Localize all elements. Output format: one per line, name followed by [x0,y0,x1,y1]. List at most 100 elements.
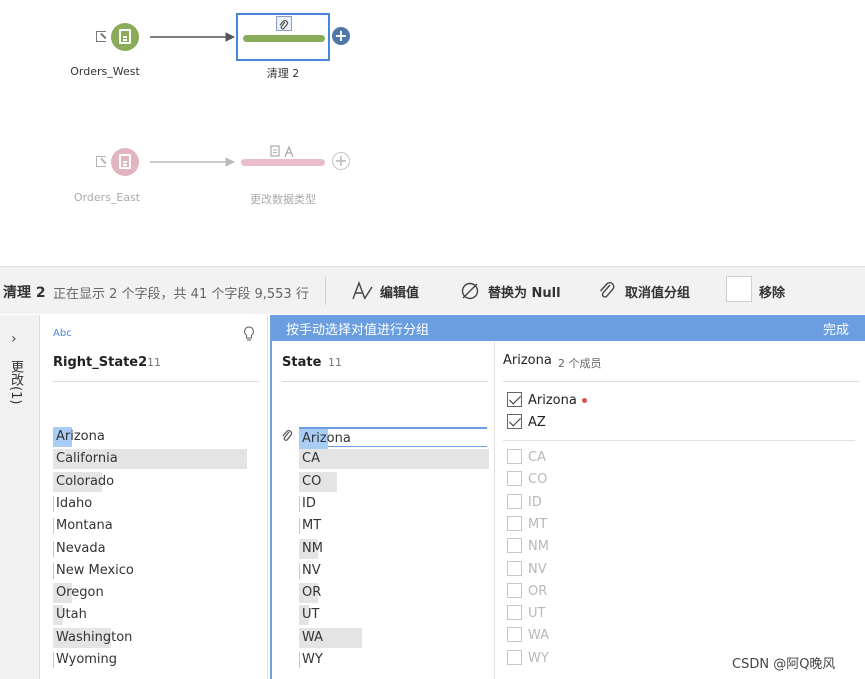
group-values-panel: 按手动选择对值进行分组 完成 State 11 Arizona CA CO ID MT N… [270,315,865,679]
value-row[interactable]: Idaho [53,494,247,514]
add-step-plus-icon[interactable]: + [332,27,350,45]
value-row[interactable]: CA [299,449,489,470]
value-label: WY [302,652,323,667]
value-row[interactable]: Oregon [53,583,247,604]
value-row[interactable]: California [53,449,247,470]
value-tick [299,518,300,535]
value-row[interactable]: Wyoming [53,650,247,670]
value-row[interactable]: Arizona [299,427,487,449]
value-row[interactable]: Montana [53,516,247,536]
done-button[interactable]: 完成 [823,319,849,338]
input-link-icon [96,156,106,167]
value-tick [53,495,54,512]
input-node-orders-west[interactable] [111,23,139,51]
value-checkbox[interactable] [507,582,522,598]
value-checkbox[interactable] [507,649,522,665]
value-checkbox-label: UT [528,606,546,622]
remove-button[interactable]: 移除 [759,275,785,307]
value-row[interactable]: WY [299,650,489,670]
clean-step-node[interactable] [236,13,330,61]
value-label: Oregon [56,585,104,601]
value-checkbox[interactable] [507,538,522,554]
string-type-badge[interactable]: Abc [53,328,72,339]
add-step-plus-icon[interactable]: + [332,152,350,170]
group-members-count: 2 个成员 [558,357,602,370]
step-bar[interactable] [241,159,325,166]
value-label: Idaho [56,495,93,511]
step-label: 更改数据类型 [250,193,316,206]
field-profile-card[interactable]: Abc Right_State2 11 Arizona California Col… [40,315,268,679]
flow-canvas: Orders_West + 清理 2 Orders_East + 更改数据类型 [0,0,865,262]
value-row[interactable]: NM [299,538,489,559]
value-label: ID [302,495,316,511]
value-row[interactable]: Arizona [53,427,247,447]
edit-values-button[interactable]: 编辑值 [352,275,419,307]
value-tick [299,495,300,512]
replace-null-label: 替换为 Null [488,285,561,301]
value-checkbox[interactable] [507,515,522,531]
value-row[interactable]: NV [299,561,489,581]
value-label: WA [302,629,324,645]
member-checkbox[interactable] [507,414,522,429]
profile-toolbar: 清理 2 正在显示 2 个字段，共 41 个字段 9,553 行 编辑值 替换为… [0,266,865,314]
ungroup-values-button[interactable]: 取消值分组 [597,275,690,307]
value-label: NM [302,540,323,556]
value-label: UT [302,607,320,623]
value-checkbox[interactable] [507,627,522,643]
value-checkbox[interactable] [507,471,522,487]
value-row[interactable]: Nevada [53,539,247,559]
value-tick [299,652,300,668]
value-label: MT [302,518,322,534]
value-label: Arizona [302,431,351,446]
value-tick [53,652,54,668]
value-row[interactable]: ID [299,494,489,514]
value-row[interactable]: Colorado [53,471,247,492]
value-checkbox[interactable] [507,560,522,576]
value-label: New Mexico [56,562,134,578]
lightbulb-icon[interactable] [243,326,255,346]
value-count-bar [299,449,489,470]
input-node-label: Orders_East [73,191,141,204]
value-tick [299,562,300,579]
input-node-orders-east[interactable] [111,148,139,176]
value-label: Utah [56,607,87,623]
value-checkbox[interactable] [507,449,522,464]
members-divider [503,440,855,441]
value-row[interactable]: WA [299,627,489,648]
value-row[interactable]: MT [299,516,489,536]
value-checkbox-label: CA [528,450,546,465]
value-label: Wyoming [56,652,118,667]
value-checkbox[interactable] [507,493,522,509]
value-row[interactable]: UT [299,605,489,626]
value-checkbox-label: WY [528,650,549,666]
value-label: CA [302,451,320,467]
remove-checkbox-icon[interactable] [726,276,752,302]
value-row[interactable]: New Mexico [53,561,247,581]
value-row[interactable]: OR [299,583,489,604]
value-row[interactable]: Utah [53,605,247,626]
member-checkbox[interactable] [507,392,522,407]
value-label: NV [302,562,321,578]
changes-rail[interactable]: › 更改(1) [0,315,40,679]
value-checkbox[interactable] [507,605,522,621]
paperclip-icon [597,281,617,301]
toolbar-divider [325,277,326,305]
state-field-name: State [282,355,322,370]
member-label: Arizona [528,393,577,408]
value-tick [53,540,54,557]
expand-chevron-icon[interactable]: › [11,331,17,347]
input-node-label: Orders_West [70,65,140,78]
remove-label: 移除 [759,285,786,301]
input-link-icon [96,31,106,42]
value-label: OR [302,585,322,601]
value-label: California [56,451,118,467]
watermark: CSDN @阿Q晚风 [732,657,836,672]
field-name[interactable]: Right_State2 [53,355,147,370]
replace-null-button[interactable]: 替换为 Null [460,275,561,307]
field-header-divider [53,381,259,382]
value-label: Arizona [56,429,105,444]
value-row[interactable]: CO [299,471,489,492]
value-checkbox-label: ID [528,494,542,510]
value-row[interactable]: Washington [53,627,247,648]
value-checkbox-label: WA [528,628,550,644]
